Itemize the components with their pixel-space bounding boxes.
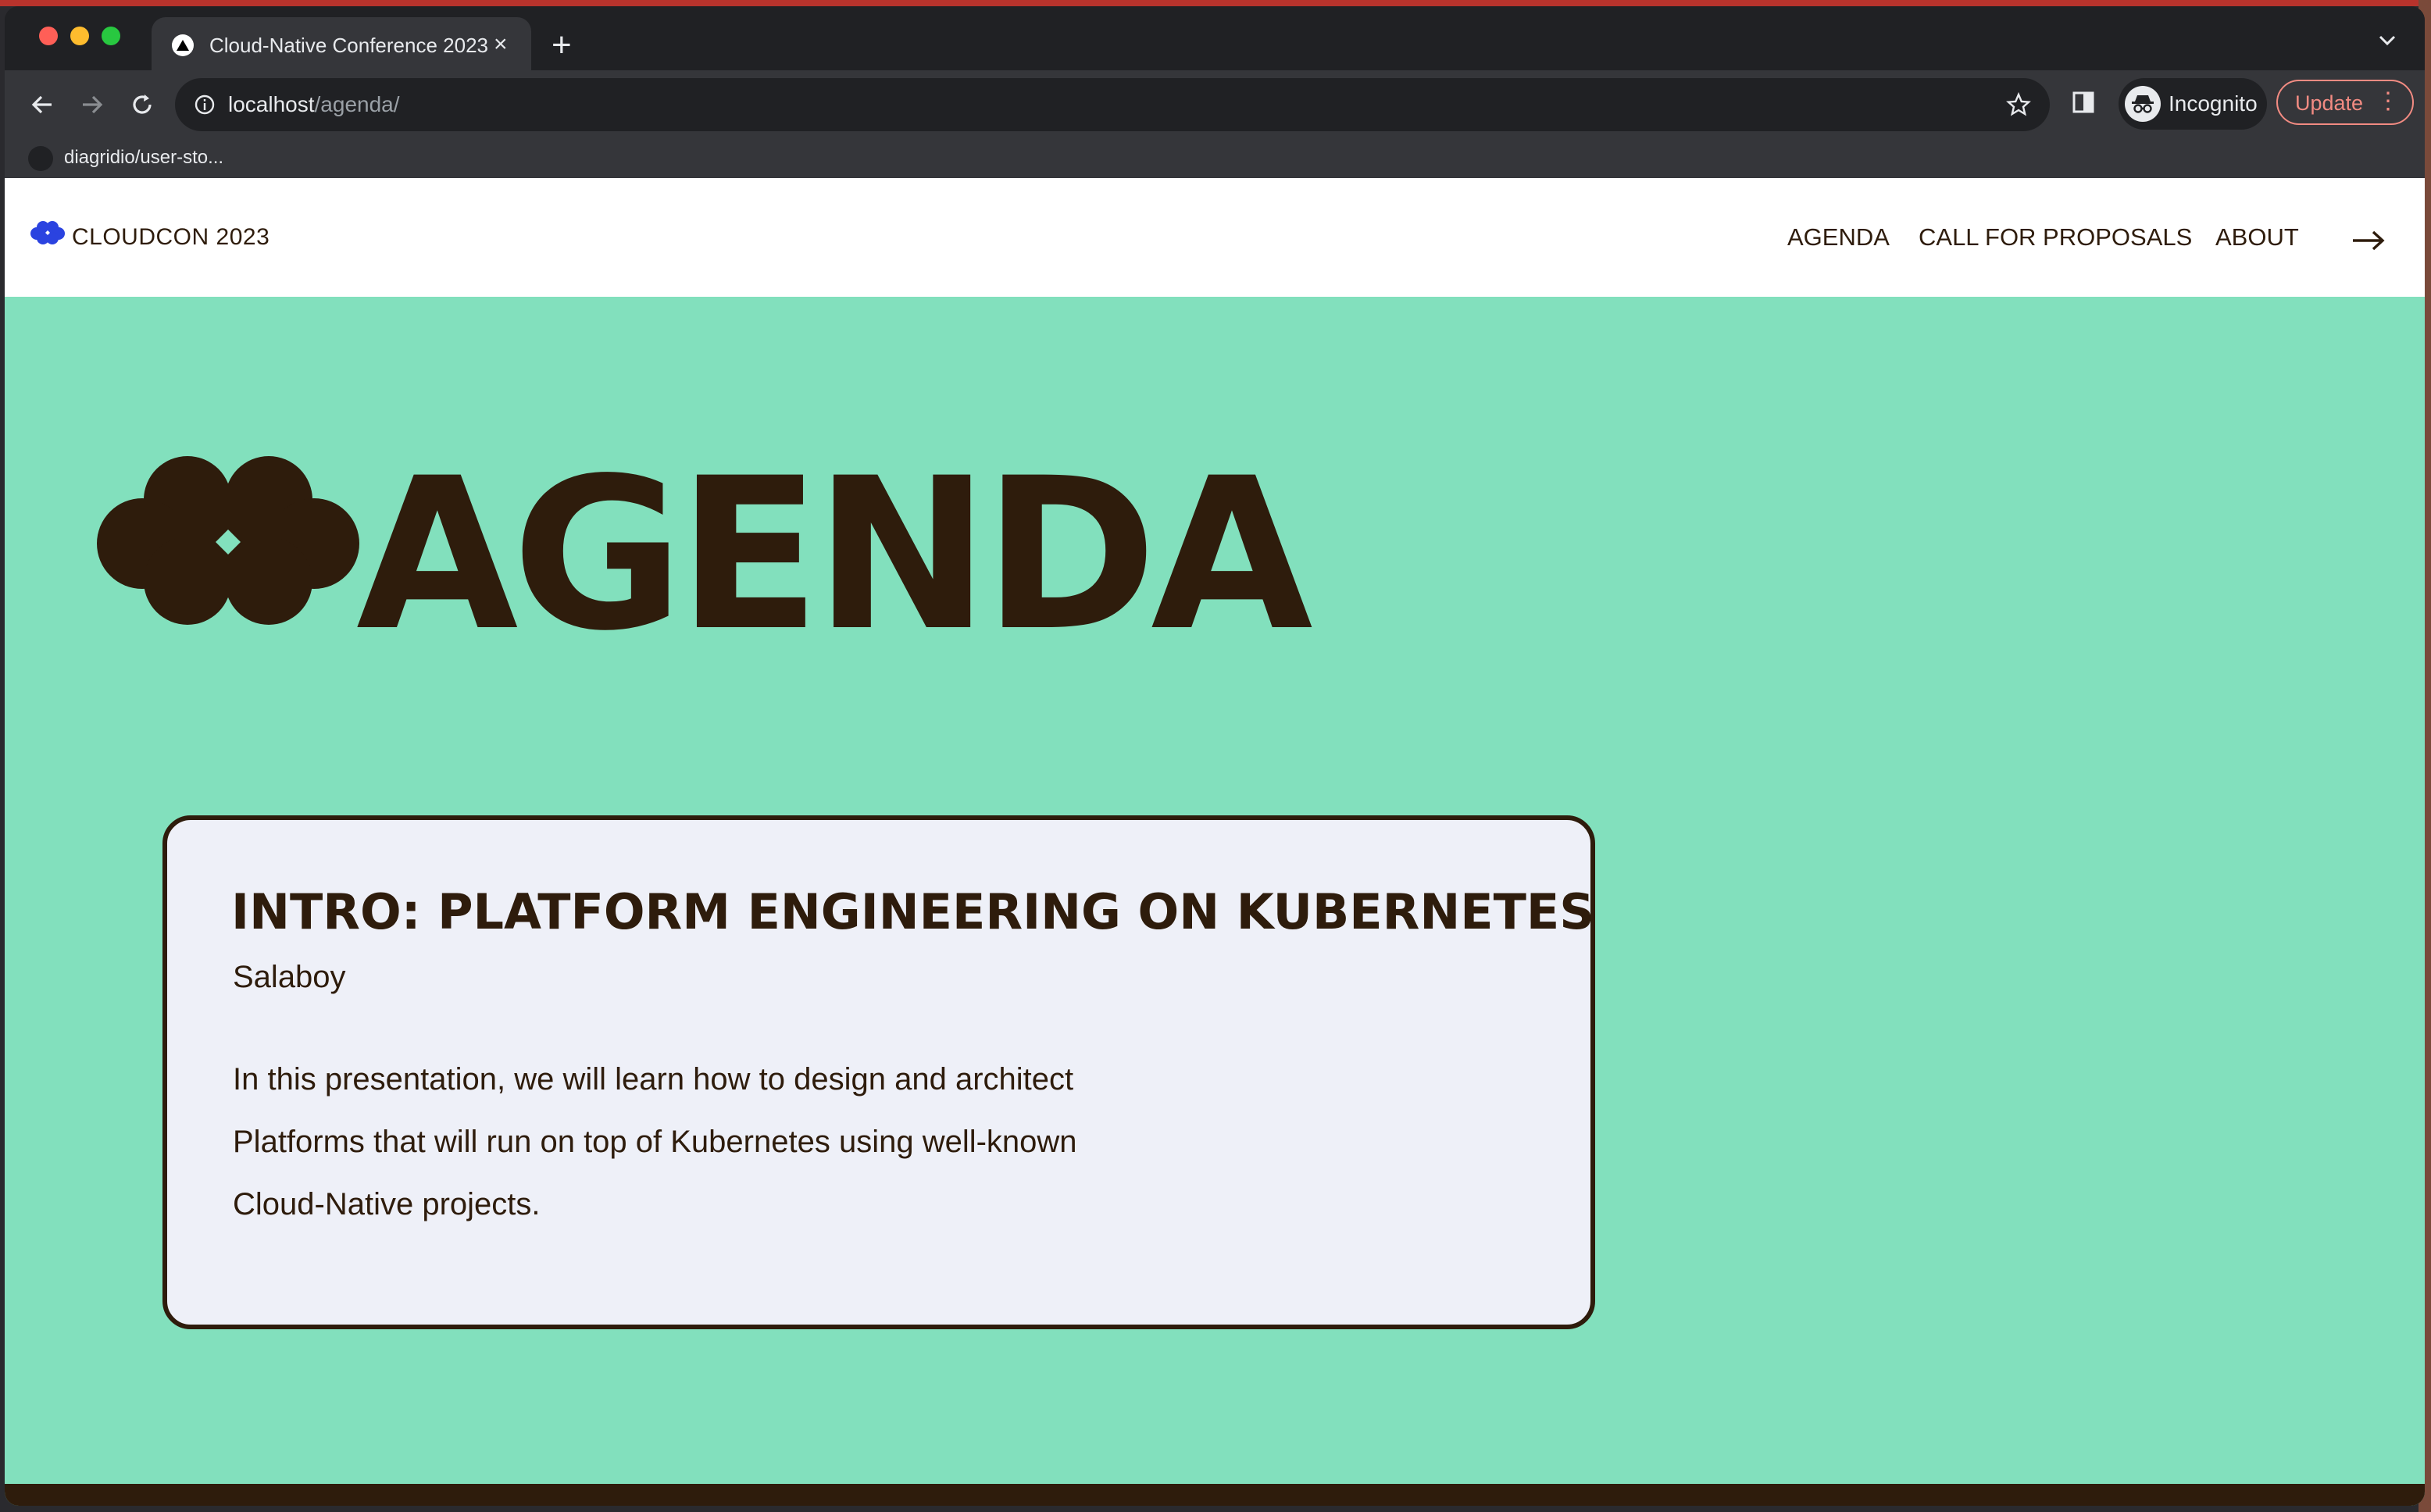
talk-description: In this presentation, we will learn how … [233, 1048, 1326, 1236]
page-footer-band [5, 1484, 2425, 1506]
url-host: localhost [228, 92, 315, 116]
bookmark-item[interactable]: diagridio/user-sto... [64, 147, 223, 169]
page-title: AGENDA [356, 433, 1313, 677]
nav-link-about[interactable]: ABOUT [2215, 223, 2299, 251]
address-bar[interactable]: localhost/agenda/ [175, 78, 2050, 131]
url-text[interactable]: localhost/agenda/ [228, 93, 400, 116]
minimize-window-button[interactable] [70, 27, 89, 45]
web-page: CLOUDCON 2023 AGENDA CALL FOR PROPOSALS … [5, 178, 2425, 1506]
github-icon [28, 146, 53, 171]
forward-arrow-icon[interactable] [75, 87, 109, 122]
update-label: Update [2295, 91, 2364, 115]
nav-link-agenda[interactable]: AGENDA [1787, 223, 1890, 251]
talk-title: INTRO: PLATFORM ENGINEERING ON KUBERNETE… [231, 883, 1594, 940]
site-info-icon[interactable] [194, 94, 216, 119]
close-window-button[interactable] [39, 27, 58, 45]
site-brand[interactable]: CLOUDCON 2023 [72, 223, 270, 251]
incognito-indicator[interactable]: Incognito [2119, 78, 2267, 130]
incognito-icon [2125, 86, 2161, 122]
tab-strip: Cloud-Native Conference 2023 × + [5, 6, 2425, 72]
update-button[interactable]: Update ⋮ [2276, 80, 2414, 125]
cloud-logo-large-icon [97, 456, 359, 629]
cloud-logo-icon[interactable] [30, 220, 66, 249]
desktop-edge [0, 0, 2431, 6]
new-tab-button[interactable]: + [552, 28, 572, 62]
description-line: Platforms that will run on top of Kubern… [233, 1125, 1077, 1159]
talk-speaker: Salaboy [233, 960, 346, 994]
description-line: In this presentation, we will learn how … [233, 1062, 1074, 1097]
triangle-logo-icon [172, 34, 194, 56]
kebab-menu-icon[interactable]: ⋮ [2376, 90, 2400, 113]
arrow-right-icon[interactable] [2351, 230, 2386, 255]
browser-window: Cloud-Native Conference 2023 × + localho… [5, 6, 2425, 1506]
talk-card[interactable]: INTRO: PLATFORM ENGINEERING ON KUBERNETE… [162, 815, 1595, 1329]
bookmarks-bar: diagridio/user-sto... [5, 139, 2425, 178]
browser-toolbar: localhost/agenda/ Incognito Update ⋮ [5, 70, 2425, 139]
chevron-down-icon[interactable] [2378, 34, 2397, 51]
description-line: Cloud-Native projects. [233, 1187, 541, 1221]
url-path: /agenda/ [314, 92, 400, 116]
maximize-window-button[interactable] [102, 27, 120, 45]
bookmark-star-icon[interactable] [2006, 91, 2031, 121]
site-header: CLOUDCON 2023 AGENDA CALL FOR PROPOSALS … [5, 178, 2425, 297]
tab-active[interactable]: Cloud-Native Conference 2023 × [152, 17, 531, 72]
reload-icon[interactable] [125, 87, 159, 122]
nav-link-call-for-proposals[interactable]: CALL FOR PROPOSALS [1919, 223, 2192, 251]
tab-title: Cloud-Native Conference 2023 [209, 34, 488, 57]
incognito-label: Incognito [2169, 91, 2258, 116]
side-panel-icon[interactable] [2072, 91, 2095, 118]
back-arrow-icon[interactable] [25, 87, 59, 122]
tab-close-icon[interactable]: × [494, 33, 508, 56]
